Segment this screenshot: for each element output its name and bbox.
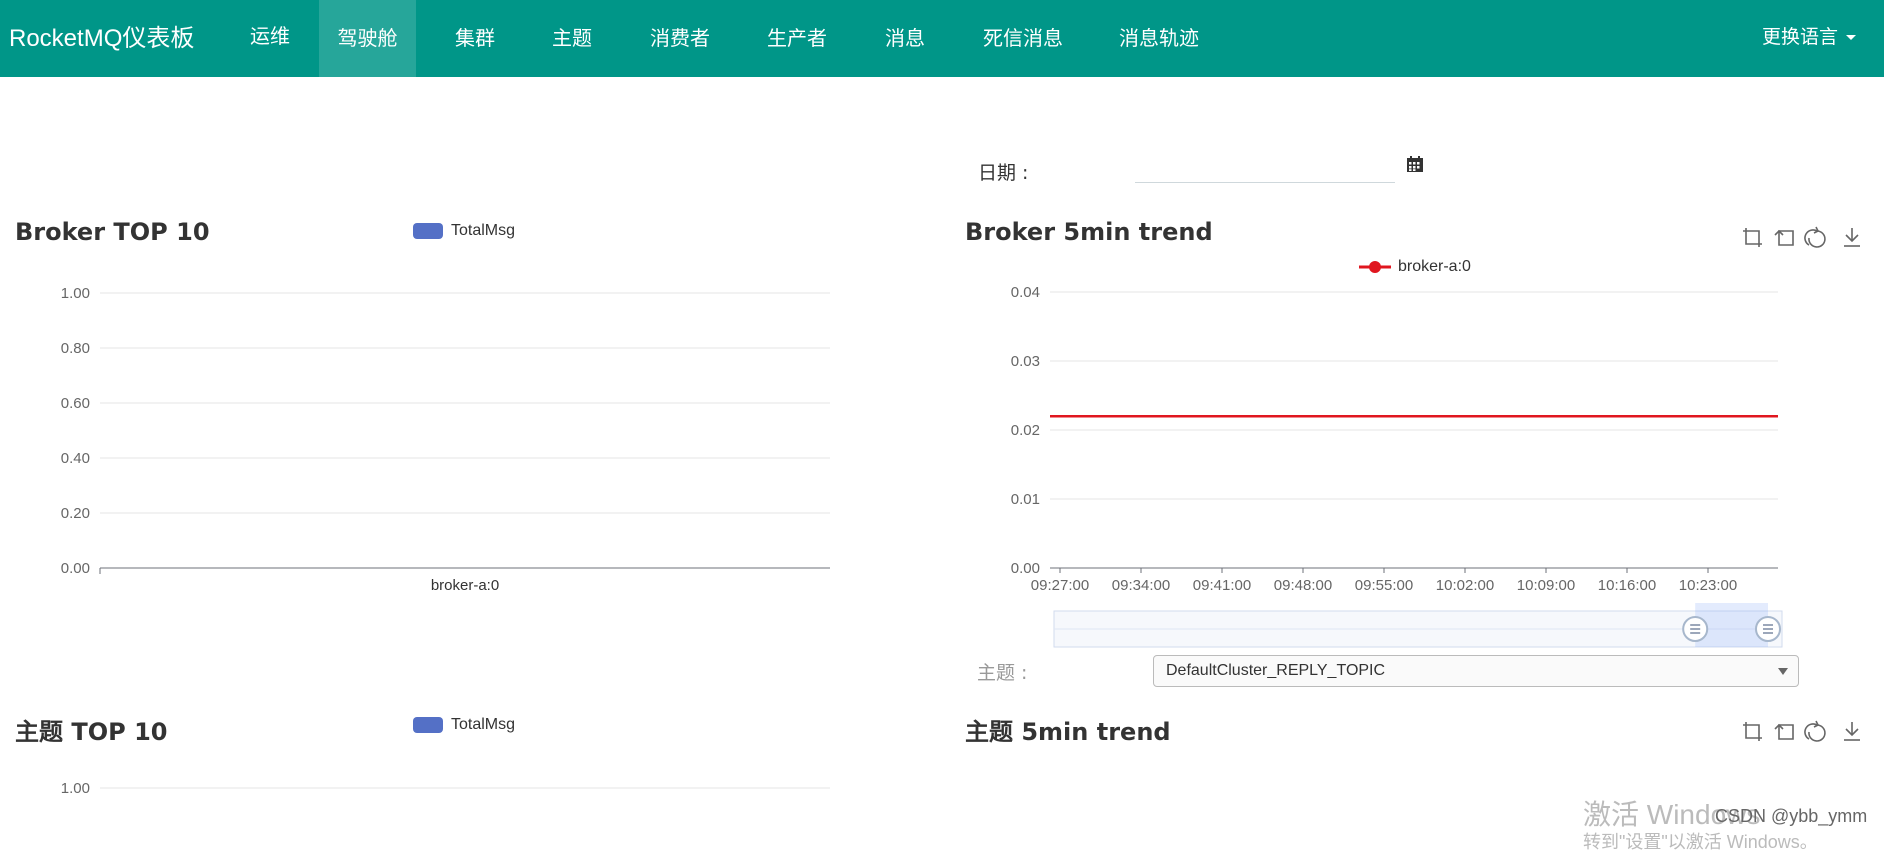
nav-item-consumer[interactable]: 消费者 [645, 0, 715, 77]
chevron-down-icon [1778, 668, 1788, 675]
download-icon[interactable] [1844, 228, 1860, 247]
download-icon[interactable] [1844, 722, 1860, 741]
y-tick-label: 0.40 [61, 450, 90, 467]
y-tick-label: 0.03 [1011, 353, 1040, 370]
y-tick-label: 1.00 [61, 780, 90, 797]
language-label: 更换语言 [1761, 26, 1838, 48]
y-tick-label: 1.00 [61, 285, 90, 302]
x-tick-label: 09:41:00 [1193, 577, 1251, 594]
nav-item-topic[interactable]: 主题 [545, 0, 599, 77]
x-tick-label: 09:48:00 [1274, 577, 1332, 594]
y-tick-label: 0.80 [61, 340, 90, 357]
brand-title[interactable]: RocketMQ仪表板 [9, 18, 194, 53]
broker-trend-title: Broker 5min trend [965, 218, 1213, 246]
y-tick-label: 0.00 [1011, 560, 1040, 577]
topic-trend-title: 主题 5min trend [965, 718, 1171, 746]
topic-select[interactable]: DefaultCluster_REPLY_TOPIC [1153, 655, 1799, 687]
topic-trend-toolbox [1742, 720, 1862, 748]
y-tick-label: 0.00 [61, 560, 90, 577]
nav-item-dlq-message[interactable]: 死信消息 [978, 0, 1068, 77]
nav-item-message[interactable]: 消息 [878, 0, 932, 77]
zoom-icon[interactable] [1743, 722, 1762, 741]
broker-top10-legend[interactable]: TotalMsg [413, 222, 515, 240]
x-tick-label: 10:02:00 [1436, 577, 1494, 594]
y-tick-label: 0.20 [61, 505, 90, 522]
date-label: 日期 : [978, 162, 1029, 184]
legend-label: TotalMsg [451, 222, 516, 239]
top-navbar: RocketMQ仪表板 运维 驾驶舱 集群 主题 消费者 生产者 消息 死信消息… [0, 0, 1884, 77]
date-input[interactable] [1135, 156, 1395, 183]
broker-top10-title: Broker TOP 10 [15, 218, 210, 246]
topic-top10-legend[interactable]: TotalMsg [413, 716, 515, 734]
broker-trend-chart: 0.04 0.03 0.02 0.01 0.0009:27:00 09:34:00 09:4… [1011, 284, 1783, 648]
caret-down-icon [1846, 35, 1856, 40]
windows-activation-hint: 转到"设置"以激活 Windows。 [1583, 832, 1818, 852]
calendar-icon[interactable] [1406, 155, 1424, 173]
broker-top10-chart: 1.00 0.80 0.60 0.40 0.20 0.00 broker-a:0 [61, 285, 830, 594]
y-tick-label: 0.01 [1011, 491, 1040, 508]
zoom-reset-icon[interactable] [1774, 229, 1794, 246]
nav-item-producer[interactable]: 生产者 [762, 0, 832, 77]
x-tick-label: 10:23:00 [1679, 577, 1737, 594]
x-tick-label: 09:55:00 [1355, 577, 1413, 594]
legend-label: TotalMsg [451, 716, 516, 733]
topic-select-value: DefaultCluster_REPLY_TOPIC [1166, 662, 1386, 679]
x-tick-label: 10:16:00 [1598, 577, 1656, 594]
y-tick-label: 0.04 [1011, 284, 1040, 301]
nav-item-ops[interactable]: 运维 [238, 0, 302, 77]
refresh-icon[interactable] [1804, 226, 1826, 248]
x-tick-label: broker-a:0 [431, 577, 499, 594]
topic-top10-chart: 1.00 [61, 780, 830, 797]
y-tick-label: 0.60 [61, 395, 90, 412]
csdn-watermark: CSDN @ybb_ymm [1715, 806, 1868, 826]
topic-top10-title: 主题 TOP 10 [15, 718, 168, 746]
language-dropdown[interactable]: 更换语言 [1762, 22, 1856, 49]
topic-label: 主题 : [977, 662, 1028, 684]
x-tick-label: 09:27:00 [1031, 577, 1089, 594]
broker-trend-toolbox [1742, 226, 1862, 254]
zoom-icon[interactable] [1743, 228, 1762, 247]
nav-item-cluster[interactable]: 集群 [448, 0, 502, 77]
nav-item-dashboard[interactable]: 驾驶舱 [319, 0, 416, 77]
x-tick-label: 09:34:00 [1112, 577, 1170, 594]
legend-swatch [413, 222, 443, 239]
zoom-reset-icon[interactable] [1774, 723, 1794, 740]
y-tick-label: 0.02 [1011, 422, 1040, 439]
legend-swatch [413, 716, 443, 733]
x-tick-label: 10:09:00 [1517, 577, 1575, 594]
refresh-icon[interactable] [1804, 720, 1826, 742]
nav-item-message-trace[interactable]: 消息轨迹 [1114, 0, 1204, 77]
